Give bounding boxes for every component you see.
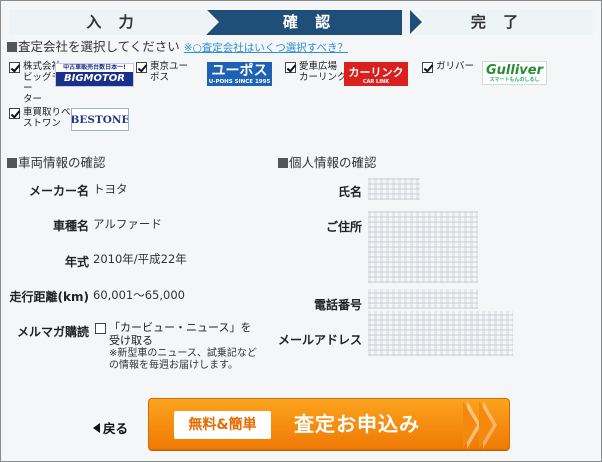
company-name: ガリバー [436, 61, 475, 72]
gulliver-logo: Gulliver スマートもんのしるし [482, 61, 547, 85]
maker-value: トヨタ [93, 182, 128, 196]
mailmag-note: ※新型車のニュース、試乗記などの情報を毎週お届けします。 [109, 348, 257, 371]
step-progress: 入 力 確 認 完 了 [9, 10, 593, 35]
chevron-mask [463, 401, 477, 449]
upos-logo: ユーポス U-POHS SINCE 1995 [207, 62, 272, 86]
step-arrow [205, 10, 217, 34]
redacted-name [368, 178, 420, 200]
submit-button[interactable]: 無料&簡単 査定お申込み [148, 398, 510, 450]
redacted-phone [368, 289, 478, 309]
mailmag-label: メルマガ購読 [16, 325, 89, 339]
company-checkbox[interactable] [136, 62, 147, 73]
company-checkbox[interactable] [422, 62, 433, 73]
company-name: 東京ユー ポス [150, 61, 189, 83]
free-easy-badge: 無料&簡単 [174, 411, 271, 439]
company-section-title: 査定会社を選択してください ※○査定会社はいくつ選択すべき？ [7, 36, 348, 55]
step-complete: 完 了 [402, 10, 593, 35]
year-value: 2010年/平成22年 [93, 252, 187, 266]
model-value: アルファード [93, 217, 162, 231]
confirm-page: 入 力 確 認 完 了 査定会社を選択してください ※○査定会社はいくつ選択すべき… [0, 0, 602, 462]
mileage-value: 60,001～65,000 [93, 288, 185, 302]
help-link[interactable]: ※○査定会社はいくつ選択すべき？ [184, 42, 348, 54]
company-name: 愛車広場 カーリンク [299, 61, 347, 83]
triangle-left-icon [93, 423, 100, 433]
redacted-email [368, 311, 513, 356]
step-arrow [410, 10, 422, 34]
company-checkbox[interactable] [9, 108, 20, 119]
company-checkbox[interactable] [9, 62, 20, 73]
bigmotor-logo: 中古車販売台数日本一! BIGMOTOR [55, 63, 134, 87]
step-input: 入 力 [9, 10, 217, 35]
step-confirm: 確 認 [207, 10, 412, 35]
back-button[interactable]: 戻る [93, 418, 128, 437]
year-label: 年式 [64, 255, 89, 269]
company-name: 車買取りベ ストワン [23, 107, 71, 129]
submit-label: 査定お申込み [294, 412, 420, 436]
redacted-address [368, 211, 478, 283]
address-label: ご住所 [325, 220, 362, 234]
maker-label: メーカー名 [28, 184, 89, 198]
personal-section-title: 個人情報の確認 [278, 152, 377, 171]
square-bullet-icon [7, 42, 17, 52]
email-label: メールアドレス [277, 333, 362, 347]
square-bullet-icon [278, 158, 288, 168]
vehicle-section-title: 車両情報の確認 [7, 152, 106, 171]
mailmag-text: 「カービュー・ニュース」を受け取る [109, 321, 252, 347]
bestone-logo: BESTONE [71, 108, 129, 131]
carlink-logo: カーリンク CAR LINK [344, 62, 408, 86]
mailmag-checkbox[interactable] [95, 323, 106, 334]
chevron-mask [479, 401, 493, 449]
phone-label: 電話番号 [313, 298, 362, 312]
company-checkbox[interactable] [285, 62, 296, 73]
name-label: 氏名 [337, 185, 362, 199]
model-label: 車種名 [52, 219, 89, 233]
square-bullet-icon [7, 158, 17, 168]
mileage-label: 走行距離(km) [9, 290, 89, 304]
